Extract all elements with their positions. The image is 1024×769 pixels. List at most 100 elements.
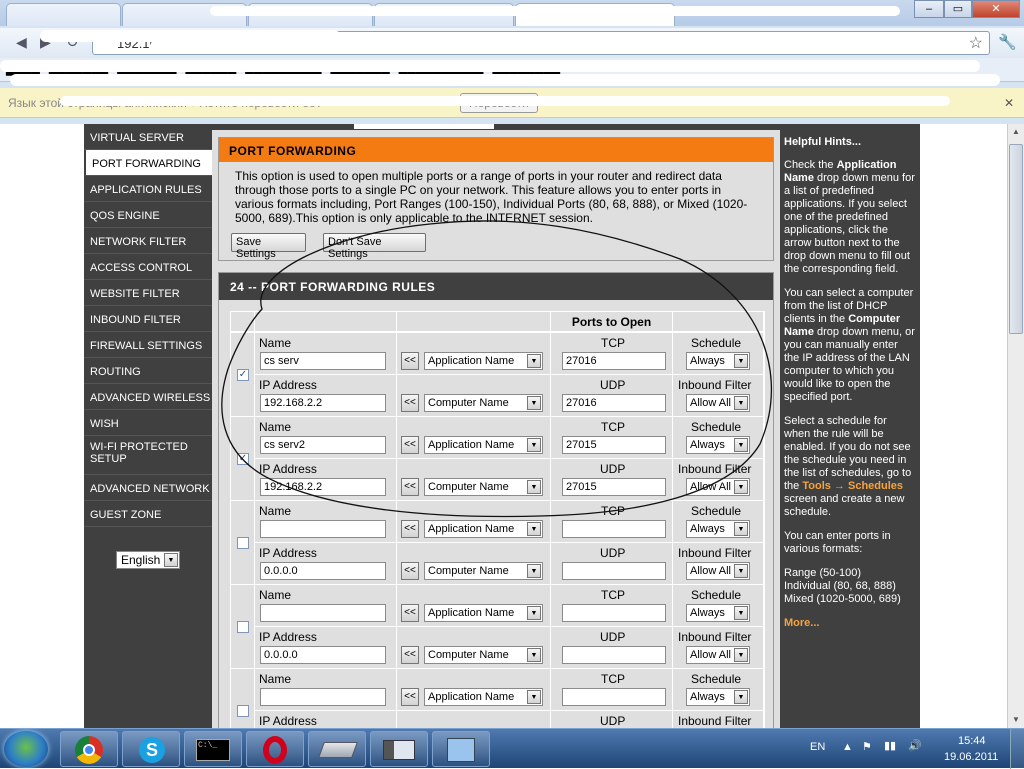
copy-computer-button[interactable]: <<	[401, 394, 419, 412]
inbound-filter-select[interactable]: Allow All ▼	[686, 478, 750, 496]
rule-name-input[interactable]	[260, 520, 386, 538]
more-link[interactable]: More...	[784, 617, 916, 630]
sidebar-item[interactable]: FIREWALL SETTINGS	[84, 332, 212, 358]
action-center-icon[interactable]: ⚑	[862, 740, 872, 753]
rule-ip-input[interactable]: 0.0.0.0	[260, 646, 386, 664]
application-name-select[interactable]: Application Name ▼	[424, 604, 543, 622]
inbound-filter-select[interactable]: Allow All ▼	[686, 562, 750, 580]
skype-taskbar-button[interactable]: S	[122, 731, 180, 767]
computer-name-select[interactable]: Computer Name ▼	[424, 646, 543, 664]
rule-name-input[interactable]	[260, 604, 386, 622]
application-name-select[interactable]: Application Name ▼	[424, 436, 543, 454]
application-name-select[interactable]: Application Name ▼	[424, 352, 543, 370]
show-desktop-button[interactable]	[1010, 729, 1024, 769]
language-select[interactable]: English ▼	[116, 551, 180, 569]
network-icon[interactable]: ▮▮	[884, 739, 896, 752]
sidebar-item[interactable]: WISH	[84, 410, 212, 436]
star-icon[interactable]: ☆	[969, 33, 983, 53]
sidebar-item[interactable]: VIRTUAL SERVER	[84, 124, 212, 150]
copy-computer-button[interactable]: <<	[401, 478, 419, 496]
volume-icon[interactable]: 🔊	[908, 739, 922, 752]
udp-ports-input[interactable]: 27015	[562, 478, 666, 496]
dont-save-settings-button[interactable]: Don't Save Settings	[323, 233, 426, 260]
rule-enable-checkbox[interactable]	[237, 705, 249, 717]
schedule-select[interactable]: Always ▼	[686, 688, 750, 706]
tcp-ports-input[interactable]	[562, 604, 666, 622]
network-map-taskbar-button[interactable]	[432, 731, 490, 767]
computer-name-select[interactable]: Computer Name ▼	[424, 394, 543, 412]
start-button[interactable]	[4, 731, 48, 767]
sidebar-item[interactable]: QOS ENGINE	[84, 202, 212, 228]
browser-tab[interactable]	[6, 3, 121, 26]
sidebar-item[interactable]: PORT FORWARDING	[84, 150, 212, 176]
save-settings-button[interactable]: Save Settings	[231, 233, 306, 260]
copy-application-button[interactable]: <<	[401, 352, 419, 370]
sidebar-item[interactable]: ADVANCED NETWORK	[84, 475, 212, 501]
sidebar-item[interactable]: INBOUND FILTER	[84, 306, 212, 332]
rule-ip-input[interactable]: 192.168.2.2	[260, 394, 386, 412]
minimize-icon[interactable]: –	[914, 0, 944, 18]
back-icon[interactable]: ◀	[16, 34, 27, 51]
sidebar-item[interactable]: NETWORK FILTER	[84, 228, 212, 254]
sidebar-menu: VIRTUAL SERVER PORT FORWARDING APPLICATION…	[84, 124, 212, 528]
rule-enable-checkbox[interactable]: ✓	[237, 453, 249, 465]
schedule-select[interactable]: Always ▼	[686, 520, 750, 538]
rule-name-input[interactable]: cs serv2	[260, 436, 386, 454]
udp-ports-input[interactable]	[562, 646, 666, 664]
close-window-icon[interactable]: ✕	[972, 0, 1020, 18]
rule-ip-input[interactable]: 0.0.0.0	[260, 562, 386, 580]
tcp-ports-input[interactable]	[562, 688, 666, 706]
schedule-select[interactable]: Always ▼	[686, 604, 750, 622]
rule-ip-input[interactable]: 192.168.2.2	[260, 478, 386, 496]
rule-name-input[interactable]	[260, 688, 386, 706]
translate-close-icon[interactable]: ✕	[1004, 96, 1014, 110]
application-name-select[interactable]: Application Name ▼	[424, 520, 543, 538]
application-name-select[interactable]: Application Name ▼	[424, 688, 543, 706]
sidebar-item[interactable]: GUEST ZONE	[84, 501, 212, 527]
copy-application-button[interactable]: <<	[401, 436, 419, 454]
udp-ports-input[interactable]: 27016	[562, 394, 666, 412]
wrench-icon[interactable]: 🔧	[998, 33, 1017, 51]
tcp-ports-input[interactable]: 27016	[562, 352, 666, 370]
rule-name-input[interactable]: cs serv	[260, 352, 386, 370]
show-hidden-icons[interactable]: ▲	[842, 741, 853, 753]
tcp-ports-input[interactable]	[562, 520, 666, 538]
schedule-select[interactable]: Always ▼	[686, 352, 750, 370]
copy-computer-button[interactable]: <<	[401, 562, 419, 580]
opera-taskbar-button[interactable]	[246, 731, 304, 767]
rule-enable-checkbox[interactable]	[237, 537, 249, 549]
tcp-ports-input[interactable]: 27015	[562, 436, 666, 454]
clock-time[interactable]: 15:44	[958, 735, 986, 747]
rule-enable-checkbox[interactable]	[237, 621, 249, 633]
window-taskbar-button[interactable]	[370, 731, 428, 767]
copy-application-button[interactable]: <<	[401, 688, 419, 706]
scroll-down-icon[interactable]: ▼	[1009, 712, 1023, 728]
copy-application-button[interactable]: <<	[401, 604, 419, 622]
sidebar-item[interactable]: WI-FI PROTECTED SETUP	[84, 436, 212, 475]
udp-ports-input[interactable]	[562, 562, 666, 580]
sidebar-item[interactable]: ADVANCED WIRELESS	[84, 384, 212, 410]
copy-computer-button[interactable]: <<	[401, 646, 419, 664]
chrome-taskbar-button[interactable]	[60, 731, 118, 767]
chrome-icon	[75, 736, 103, 764]
computer-name-select[interactable]: Computer Name ▼	[424, 478, 543, 496]
sidebar-item[interactable]: ACCESS CONTROL	[84, 254, 212, 280]
scroll-up-icon[interactable]: ▲	[1009, 124, 1023, 140]
network-taskbar-button[interactable]	[308, 731, 366, 767]
sidebar-item[interactable]: WEBSITE FILTER	[84, 280, 212, 306]
copy-application-button[interactable]: <<	[401, 520, 419, 538]
rule-enable-checkbox[interactable]: ✓	[237, 369, 249, 381]
computer-name-select[interactable]: Computer Name ▼	[424, 562, 543, 580]
maximize-icon[interactable]: ▭	[944, 0, 972, 18]
clock-date[interactable]: 19.06.2011	[944, 751, 998, 763]
cmd-taskbar-button[interactable]: C:\_	[184, 731, 242, 767]
keyboard-language[interactable]: EN	[810, 741, 825, 753]
tools-schedules-link[interactable]: Tools → Schedules	[802, 480, 903, 492]
inbound-filter-select[interactable]: Allow All ▼	[686, 394, 750, 412]
inbound-filter-select[interactable]: Allow All ▼	[686, 646, 750, 664]
sidebar-item[interactable]: APPLICATION RULES	[84, 176, 212, 202]
page-scrollbar[interactable]: ▲ ▼	[1007, 124, 1024, 728]
scroll-thumb[interactable]	[1009, 144, 1023, 334]
sidebar-item[interactable]: ROUTING	[84, 358, 212, 384]
schedule-select[interactable]: Always ▼	[686, 436, 750, 454]
